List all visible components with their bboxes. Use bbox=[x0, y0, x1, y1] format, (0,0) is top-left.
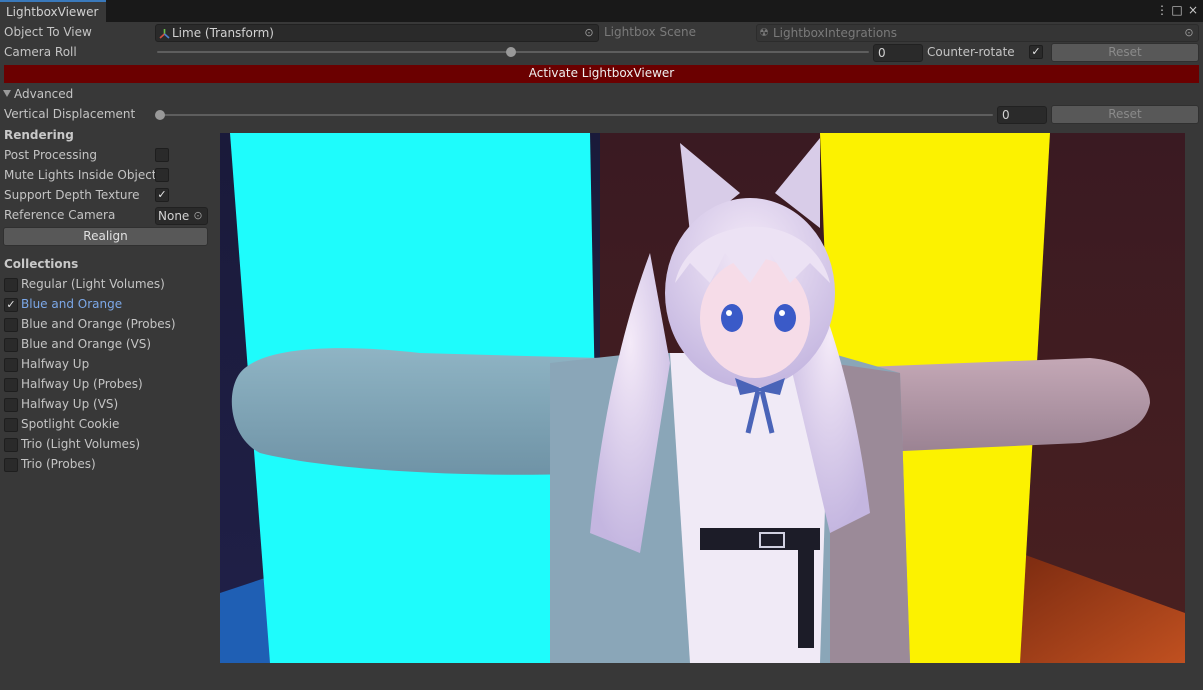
post-processing-checkbox[interactable] bbox=[155, 148, 169, 162]
reference-camera-label: Reference Camera bbox=[4, 208, 116, 222]
object-picker-icon[interactable]: ⊙ bbox=[583, 27, 595, 39]
object-to-view-label: Object To View bbox=[4, 25, 92, 39]
more-options-icon[interactable]: ⋮ bbox=[1155, 3, 1169, 17]
collection-checkbox[interactable] bbox=[4, 378, 18, 392]
collection-checkbox[interactable] bbox=[4, 438, 18, 452]
camera-roll-label: Camera Roll bbox=[4, 45, 77, 59]
tab-bar: LightboxViewer ⋮ □ × bbox=[0, 0, 1203, 22]
counter-rotate-label: Counter-rotate bbox=[927, 45, 1015, 59]
collection-label: Trio (Light Volumes) bbox=[21, 437, 140, 451]
collection-checkbox[interactable] bbox=[4, 318, 18, 332]
camera-roll-value: 0 bbox=[878, 46, 886, 60]
collection-checkbox[interactable] bbox=[4, 398, 18, 412]
object-to-view-value: Lime (Transform) bbox=[172, 26, 274, 40]
collection-label: Blue and Orange bbox=[21, 297, 123, 311]
lightbox-integrations-value: LightboxIntegrations bbox=[773, 26, 898, 40]
post-processing-label: Post Processing bbox=[4, 148, 97, 162]
collection-checkbox[interactable] bbox=[4, 278, 18, 292]
reference-camera-field[interactable]: None ⊙ bbox=[155, 207, 208, 225]
camera-roll-reset-button[interactable]: Reset bbox=[1051, 43, 1199, 62]
tab-lightboxviewer[interactable]: LightboxViewer bbox=[0, 0, 106, 22]
object-to-view-field[interactable]: Lime (Transform) ⊙ bbox=[155, 24, 599, 42]
collection-checkbox[interactable]: ✓ bbox=[4, 298, 18, 312]
camera-picker-icon[interactable]: ⊙ bbox=[192, 210, 204, 222]
collections-header: Collections bbox=[4, 257, 79, 271]
vertical-displacement-label: Vertical Displacement bbox=[4, 107, 136, 121]
transform-icon bbox=[159, 29, 170, 39]
prefab-icon: ☢ bbox=[759, 26, 769, 39]
collection-label: Spotlight Cookie bbox=[21, 417, 120, 431]
collection-label: Halfway Up bbox=[21, 357, 90, 371]
advanced-foldout-arrow-icon[interactable] bbox=[3, 90, 11, 97]
vertical-displacement-slider-thumb[interactable] bbox=[155, 110, 165, 120]
tab-title: LightboxViewer bbox=[6, 5, 99, 19]
activate-lightboxviewer-button[interactable]: Activate LightboxViewer bbox=[4, 65, 1199, 83]
support-depth-texture-label: Support Depth Texture bbox=[4, 188, 140, 202]
support-depth-texture-checkbox[interactable]: ✓ bbox=[155, 188, 169, 202]
vertical-displacement-slider[interactable] bbox=[157, 114, 993, 116]
collection-label: Blue and Orange (Probes) bbox=[21, 317, 176, 331]
collection-label: Blue and Orange (VS) bbox=[21, 337, 152, 351]
reference-camera-value: None bbox=[158, 209, 190, 223]
collection-checkbox[interactable] bbox=[4, 338, 18, 352]
advanced-foldout-label[interactable]: Advanced bbox=[14, 87, 73, 101]
vertical-displacement-value: 0 bbox=[1002, 108, 1010, 122]
collection-label: Trio (Probes) bbox=[21, 457, 96, 471]
integrations-picker-icon: ⊙ bbox=[1184, 26, 1194, 39]
preview-viewport[interactable] bbox=[220, 133, 1185, 663]
preview-scene bbox=[220, 133, 1185, 663]
vertical-displacement-input[interactable]: 0 bbox=[997, 106, 1047, 124]
collection-label: Regular (Light Volumes) bbox=[21, 277, 165, 291]
realign-button[interactable]: Realign bbox=[3, 227, 208, 246]
maximize-icon[interactable]: □ bbox=[1170, 3, 1184, 17]
collection-checkbox[interactable] bbox=[4, 418, 18, 432]
counter-rotate-checkbox[interactable]: ✓ bbox=[1029, 45, 1043, 59]
rendering-header: Rendering bbox=[4, 128, 74, 142]
camera-roll-slider-thumb[interactable] bbox=[506, 47, 516, 57]
mute-lights-checkbox[interactable] bbox=[155, 168, 169, 182]
lightbox-integrations-field: ☢ LightboxIntegrations ⊙ bbox=[756, 24, 1199, 42]
collection-checkbox[interactable] bbox=[4, 358, 18, 372]
collection-label: Halfway Up (VS) bbox=[21, 397, 119, 411]
close-icon[interactable]: × bbox=[1186, 3, 1200, 17]
collection-checkbox[interactable] bbox=[4, 458, 18, 472]
collection-label: Halfway Up (Probes) bbox=[21, 377, 143, 391]
mute-lights-label: Mute Lights Inside Object bbox=[4, 168, 157, 182]
lightbox-scene-field: Lightbox Scene bbox=[604, 25, 697, 39]
camera-roll-input[interactable]: 0 bbox=[873, 44, 923, 62]
vertical-displacement-reset-button[interactable]: Reset bbox=[1051, 105, 1199, 124]
